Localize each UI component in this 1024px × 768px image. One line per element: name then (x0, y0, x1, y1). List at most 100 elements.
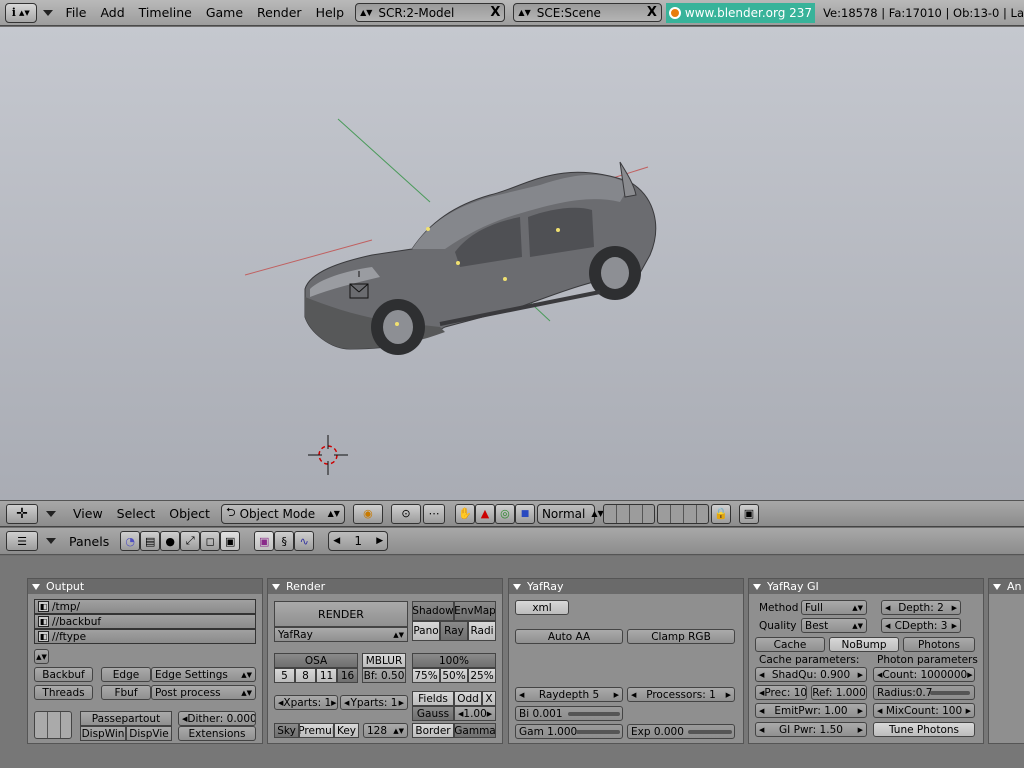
logic-context-button[interactable]: ◔ (120, 531, 141, 551)
osa-toggle[interactable]: OSA (274, 653, 358, 668)
menu-file[interactable]: File (59, 5, 94, 20)
backbuf-path-field[interactable]: ◧//backbuf (34, 614, 256, 629)
threads-toggle[interactable]: Threads (34, 685, 93, 700)
anim-buttons-button[interactable]: § (274, 531, 295, 551)
yparts-field[interactable]: ◀ Yparts: 1 ▶ (340, 695, 408, 710)
scene-context-button[interactable]: ▣ (220, 531, 241, 551)
quality-dropdown[interactable]: Best ▲▼ (801, 618, 867, 633)
xml-toggle[interactable]: xml (515, 600, 569, 615)
collapse-icon[interactable] (993, 583, 1001, 590)
depth-field[interactable]: ◀ Depth: 2 ▶ (881, 600, 961, 615)
exposure-slider[interactable]: Exp 0.000 (627, 724, 735, 739)
edge-settings-dropdown[interactable]: Edge Settings ▲▼ (151, 667, 256, 682)
grid-icon[interactable] (34, 711, 72, 739)
collapse-icon[interactable] (272, 583, 280, 590)
folder-icon[interactable]: ◧ (38, 616, 49, 627)
layer-buttons-2[interactable] (656, 503, 709, 524)
pano-toggle[interactable]: Pano (412, 621, 440, 641)
photons-toggle[interactable]: Photons (903, 637, 975, 652)
clamp-rgb-toggle[interactable]: Clamp RGB (627, 629, 735, 644)
menu-add[interactable]: Add (93, 5, 131, 20)
screen-selector[interactable]: ▲▼ SCR:2-Model X (355, 3, 506, 22)
auto-aa-toggle[interactable]: Auto AA (515, 629, 623, 644)
updown-button[interactable]: ▲▼ (34, 649, 49, 664)
scene-selector[interactable]: ▲▼ SCE:Scene X (513, 3, 662, 22)
cache-toggle[interactable]: Cache (755, 637, 825, 652)
orientation-selector[interactable]: Normal ▲▼ (536, 503, 604, 524)
premul-toggle[interactable]: Premul (299, 723, 334, 738)
window-type-button[interactable]: ✛ (6, 503, 38, 524)
slider-track[interactable] (688, 730, 732, 734)
backbuf-toggle[interactable]: Backbuf (34, 667, 93, 682)
editing-context-button[interactable]: ◻ (200, 531, 221, 551)
bias-slider[interactable]: Bi 0.001 (515, 706, 623, 721)
prec-field[interactable]: ◀Prec: 10▶ (755, 685, 807, 700)
post-process-dropdown[interactable]: Post process ▲▼ (151, 685, 256, 700)
close-icon[interactable]: X (647, 5, 657, 20)
collapse-menu-icon[interactable] (42, 9, 53, 16)
tune-photons-toggle[interactable]: Tune Photons (873, 722, 975, 737)
collapse-menu-icon[interactable] (46, 510, 56, 517)
ftype-path-field[interactable]: ◧//ftype (34, 629, 256, 644)
fields-toggle[interactable]: Fields (412, 691, 454, 706)
lock-layers-button[interactable]: 🔒 (710, 503, 731, 524)
panel-header[interactable]: An (989, 579, 1024, 594)
object-context-button[interactable]: ⤢ (180, 531, 201, 551)
nobump-toggle[interactable]: NoBump (829, 637, 899, 652)
mixcount-field[interactable]: ◀ MixCount: 100 ▶ (873, 703, 975, 718)
draw-type-button[interactable]: ◉ (352, 503, 383, 524)
sound-buttons-button[interactable]: ∿ (294, 531, 315, 551)
menu-render[interactable]: Render (250, 5, 309, 20)
raydepth-field[interactable]: ◀ Raydepth 5 ▶ (515, 687, 623, 702)
panel-header[interactable]: Render (268, 579, 502, 594)
method-dropdown[interactable]: Full ▲▼ (801, 600, 867, 615)
translate-manipulator-button[interactable]: ▲ (474, 503, 495, 524)
right-arrow-icon[interactable]: ▶ (376, 536, 383, 546)
fbuf-toggle[interactable]: Fbuf (101, 685, 151, 700)
frame-number-field[interactable]: ◀ 1 ▶ (328, 531, 389, 551)
folder-icon[interactable]: ◧ (38, 601, 49, 612)
slider-track[interactable] (576, 730, 620, 734)
emitpwr-field[interactable]: ◀ EmitPwr: 1.00 ▶ (755, 703, 867, 718)
envmap-toggle[interactable]: EnvMap (454, 601, 496, 621)
osa-16-toggle[interactable]: 16 (337, 668, 358, 683)
render-button[interactable]: RENDER (274, 601, 408, 627)
odd-toggle[interactable]: Odd (454, 691, 482, 706)
osa-5-toggle[interactable]: 5 (274, 668, 295, 683)
edge-toggle[interactable]: Edge (101, 667, 151, 682)
size-25-toggle[interactable]: 25% (468, 668, 496, 683)
menu-view[interactable]: View (66, 506, 110, 521)
xparts-field[interactable]: ◀ Xparts: 1 ▶ (274, 695, 338, 710)
layer-buttons-1[interactable] (602, 503, 655, 524)
key-toggle[interactable]: Key (334, 723, 359, 738)
collapse-icon[interactable] (753, 583, 761, 590)
pivot-button[interactable]: ⊙ (390, 503, 421, 524)
size-50-toggle[interactable]: 50% (440, 668, 468, 683)
color-depth-dropdown[interactable]: 128 ▲▼ (363, 723, 408, 738)
shadqu-field[interactable]: ◀ ShadQu: 0.900 ▶ (755, 667, 867, 682)
slider-track[interactable] (568, 712, 620, 716)
collapse-menu-icon[interactable] (46, 538, 56, 544)
menu-timeline[interactable]: Timeline (132, 5, 199, 20)
folder-icon[interactable]: ◧ (38, 631, 49, 642)
menu-select[interactable]: Select (110, 506, 163, 521)
mode-selector[interactable]: ⮌ Object Mode ▲▼ (220, 503, 345, 524)
panel-header[interactable]: Output (28, 579, 262, 594)
renderer-dropdown[interactable]: YafRay ▲▼ (274, 627, 408, 642)
gauss-field[interactable]: ◀ 1.00 ▶ (454, 706, 496, 721)
dispview-toggle[interactable]: DispVie (126, 726, 172, 741)
render-preview-button[interactable]: ▣ (738, 503, 759, 524)
panel-header[interactable]: YafRay (509, 579, 743, 594)
extensions-button[interactable]: Extensions (178, 726, 256, 741)
slider-track[interactable] (930, 691, 970, 695)
processors-field[interactable]: ◀ Processors: 1 ▶ (627, 687, 735, 702)
close-icon[interactable]: X (490, 5, 500, 20)
passepartout-toggle[interactable]: Passepartout (80, 711, 172, 726)
shading-context-button[interactable]: ● (160, 531, 181, 551)
gauss-toggle[interactable]: Gauss (412, 706, 454, 721)
dispwin-toggle[interactable]: DispWin (80, 726, 126, 741)
hand-manipulator-button[interactable]: ✋ (454, 503, 475, 524)
gipwr-field[interactable]: ◀ GI Pwr: 1.50 ▶ (755, 722, 867, 737)
gamma-slider[interactable]: Gam 1.000 (515, 724, 623, 739)
menu-panels[interactable]: Panels (62, 534, 116, 549)
